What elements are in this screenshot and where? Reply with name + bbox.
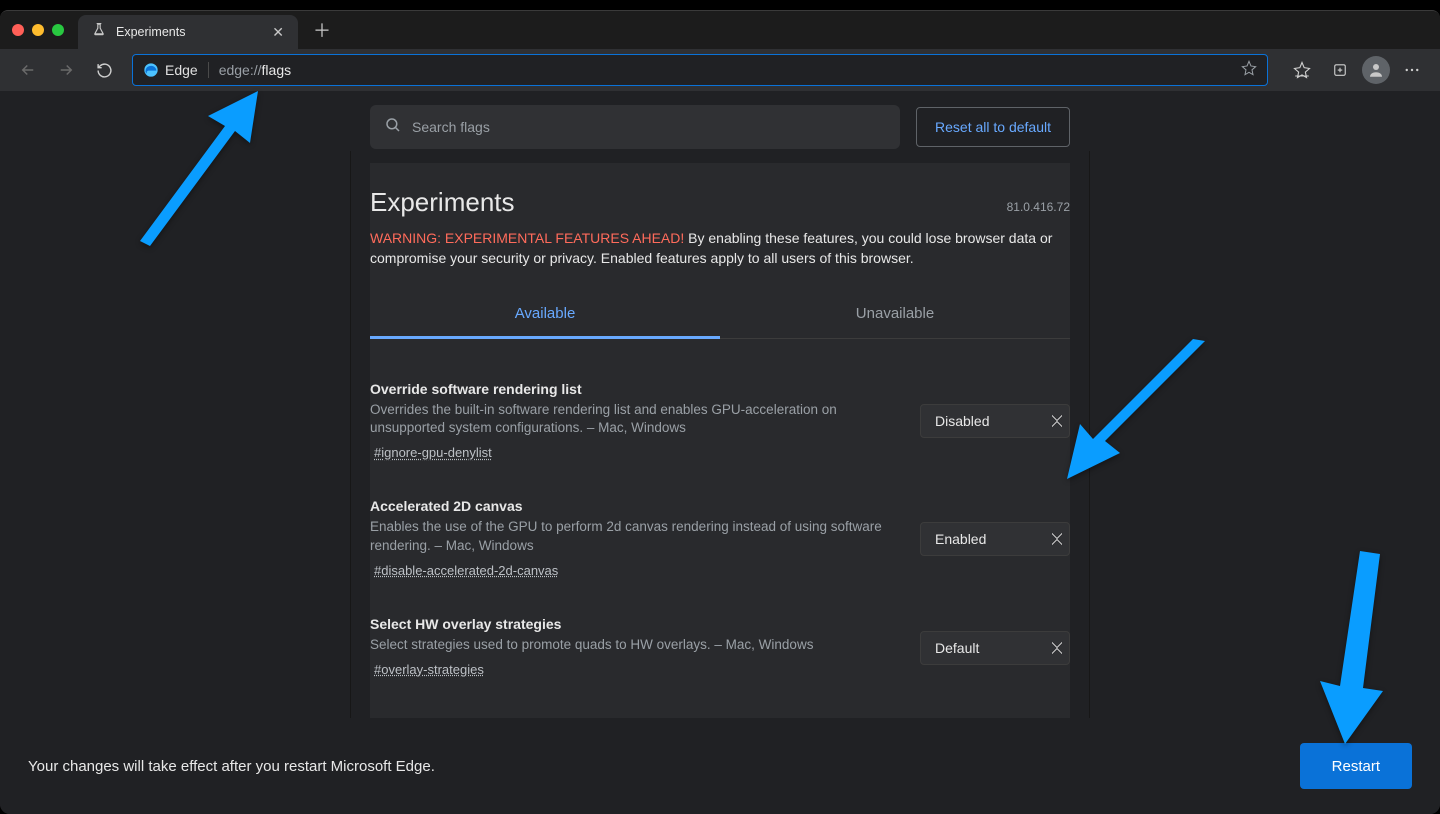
profile-avatar[interactable] (1362, 56, 1390, 84)
flag-body: Override software rendering list Override… (370, 381, 896, 463)
close-icon[interactable]: ✕ (272, 25, 284, 39)
window-minimize-button[interactable] (32, 24, 44, 36)
back-button[interactable] (12, 54, 44, 86)
search-box[interactable] (370, 105, 900, 149)
flag-select: DefaultEnabledDisabled (920, 404, 1070, 438)
restart-bar: Your changes will take effect after you … (0, 718, 1440, 814)
warning-text: WARNING: EXPERIMENTAL FEATURES AHEAD! By… (370, 228, 1070, 291)
window-controls (12, 24, 64, 36)
warning-prefix: WARNING: EXPERIMENTAL FEATURES AHEAD! (370, 230, 684, 246)
collections-icon[interactable] (1324, 54, 1356, 86)
favorites-icon[interactable] (1286, 54, 1318, 86)
main-panel: Experiments 81.0.416.72 WARNING: EXPERIM… (370, 163, 1070, 814)
search-icon (384, 116, 402, 139)
address-bar[interactable]: Edge edge://flags (132, 54, 1268, 86)
flag-select: DefaultEnabledDisabled (920, 631, 1070, 665)
flag-row: Select HW overlay strategies Select strat… (370, 602, 1070, 701)
forward-button[interactable] (50, 54, 82, 86)
tab-title: Experiments (116, 25, 262, 39)
macos-menubar (0, 0, 1440, 10)
tab-bar: Available Unavailable (370, 291, 1070, 339)
menu-button[interactable] (1396, 54, 1428, 86)
flag-description: Select strategies used to promote quads … (370, 636, 896, 655)
flag-dropdown[interactable]: DefaultEnabledDisabled (920, 631, 1070, 665)
site-identity-label: Edge (165, 62, 198, 78)
flag-body: Select HW overlay strategies Select strat… (370, 616, 896, 679)
reset-all-button[interactable]: Reset all to default (916, 107, 1070, 147)
toolbar-right (1286, 54, 1428, 86)
page-content: Reset all to default Experiments 81.0.41… (0, 91, 1440, 814)
annotation-arrow-icon (1065, 331, 1215, 486)
tab-strip: Experiments ✕ ＋ (0, 11, 1440, 49)
flag-select: DefaultEnabledDisabled (920, 522, 1070, 556)
flag-row: Override software rendering list Override… (370, 367, 1070, 485)
flag-description: Enables the use of the GPU to perform 2d… (370, 518, 896, 556)
flag-title: Accelerated 2D canvas (370, 498, 896, 514)
url-text: edge://flags (219, 62, 291, 78)
divider (1089, 151, 1090, 718)
window-close-button[interactable] (12, 24, 24, 36)
restart-message: Your changes will take effect after you … (28, 758, 435, 775)
browser-window: Experiments ✕ ＋ Edge edge://flags (0, 10, 1440, 814)
favorite-star-icon[interactable] (1241, 60, 1257, 81)
refresh-button[interactable] (88, 54, 120, 86)
flag-body: Accelerated 2D canvas Enables the use of … (370, 498, 896, 580)
controls-row: Reset all to default (370, 91, 1070, 163)
flag-hash-link[interactable]: #ignore-gpu-denylist (374, 445, 492, 460)
annotation-arrow-icon (130, 91, 270, 256)
page-title: Experiments (370, 187, 515, 218)
flag-row: Accelerated 2D canvas Enables the use of … (370, 484, 1070, 602)
restart-button[interactable]: Restart (1300, 743, 1412, 789)
version-label: 81.0.416.72 (1007, 200, 1070, 214)
flask-icon (92, 23, 106, 42)
flag-dropdown[interactable]: DefaultEnabledDisabled (920, 522, 1070, 556)
browser-tab[interactable]: Experiments ✕ (78, 15, 298, 49)
site-identity: Edge (143, 62, 209, 78)
content-center: Reset all to default Experiments 81.0.41… (370, 91, 1070, 814)
search-input[interactable] (412, 119, 886, 135)
toolbar: Edge edge://flags (0, 49, 1440, 91)
flag-dropdown[interactable]: DefaultEnabledDisabled (920, 404, 1070, 438)
new-tab-button[interactable]: ＋ (308, 17, 336, 43)
flag-title: Select HW overlay strategies (370, 616, 896, 632)
tab-available[interactable]: Available (370, 291, 720, 339)
flag-hash-link[interactable]: #overlay-strategies (374, 662, 484, 677)
flag-title: Override software rendering list (370, 381, 896, 397)
divider (350, 151, 351, 718)
flag-hash-link[interactable]: #disable-accelerated-2d-canvas (374, 563, 558, 578)
tab-unavailable[interactable]: Unavailable (720, 291, 1070, 338)
flag-description: Overrides the built-in software renderin… (370, 401, 896, 439)
window-zoom-button[interactable] (52, 24, 64, 36)
